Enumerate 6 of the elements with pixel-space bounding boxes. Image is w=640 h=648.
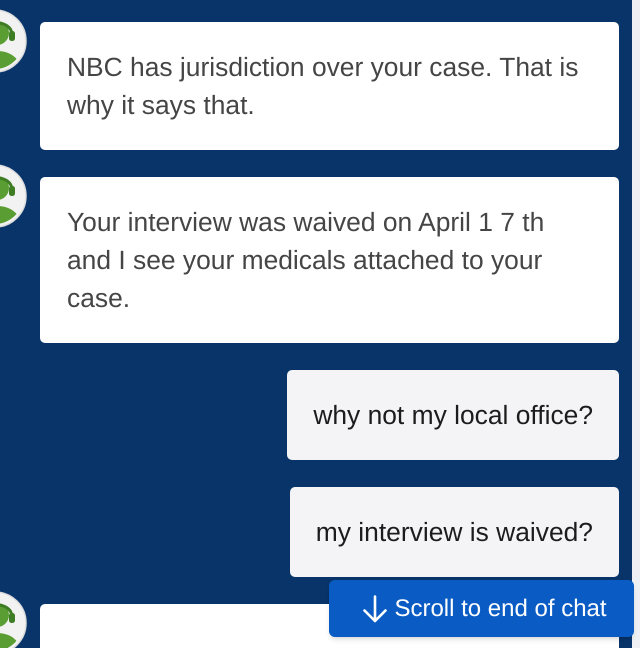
down-arrow-icon bbox=[362, 594, 388, 622]
scroll-to-end-button[interactable]: Scroll to end of chat bbox=[329, 580, 634, 637]
agent-message: NBC has jurisdiction over your case. That is why it says that. bbox=[40, 22, 619, 150]
agent-message: Your interview was waived on April 1 7 th and I see your medicals attached to your case. bbox=[40, 177, 619, 343]
user-message: why not my local office? bbox=[287, 370, 619, 460]
user-message: my interview is waived? bbox=[290, 487, 619, 577]
